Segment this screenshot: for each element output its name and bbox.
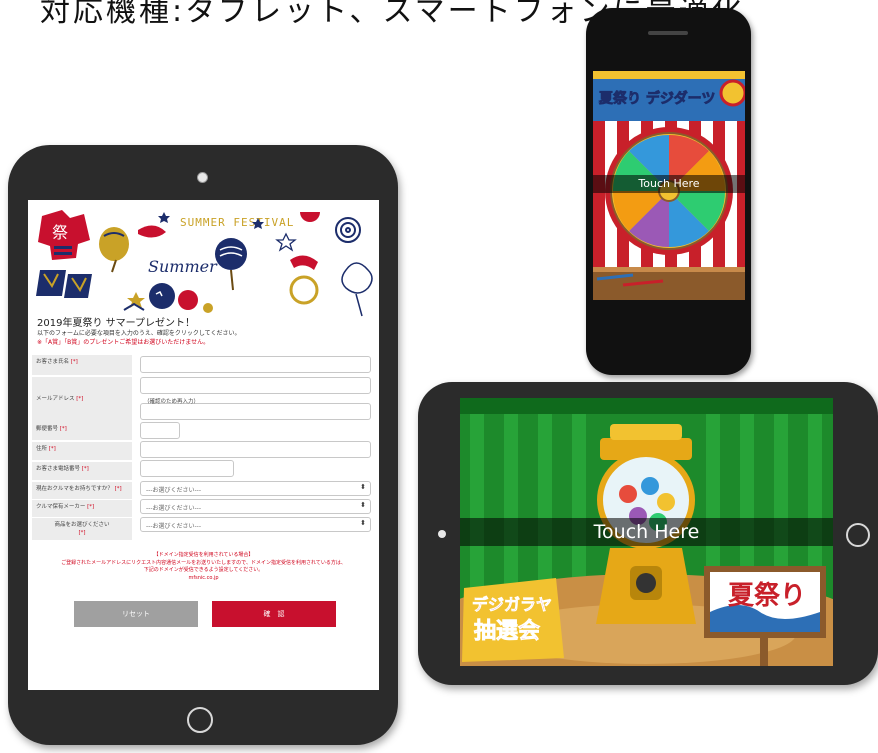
- select-arrow-icon: ⬍: [360, 519, 366, 527]
- banner-script-text: Summer: [148, 257, 218, 276]
- tablet-touch-here[interactable]: Touch Here: [460, 518, 833, 546]
- label-address: 住所 [*]: [32, 442, 132, 460]
- form-lead-text: 以下のフォームに必要な項目を入力のうえ、確認をクリックしてください。: [37, 330, 241, 337]
- prize-select[interactable]: ---お選びください--- ⬍: [140, 517, 371, 532]
- svg-text:抽選会: 抽選会: [474, 618, 540, 644]
- svg-text:夏祭り: 夏祭り: [728, 581, 806, 611]
- summer-festival-banner: 祭 SUMMER FESTIVAL Summer: [28, 200, 379, 318]
- label-phone: お客さま電話番号 [*]: [32, 462, 132, 480]
- label-postal: 郵便番号 [*]: [32, 422, 132, 440]
- email-input[interactable]: [140, 377, 371, 394]
- form-title: 2019年夏祭り サマープレゼント！: [37, 318, 196, 329]
- form-note-text: ※「A賞」「B賞」のプレゼントご希望はお選びいただけません。: [37, 339, 210, 346]
- phone-bottom-bezel: [593, 300, 745, 352]
- select-arrow-icon: ⬍: [360, 501, 366, 509]
- select-arrow-icon: ⬍: [360, 483, 366, 491]
- phone-touch-here[interactable]: Touch Here: [593, 175, 745, 193]
- car-maker-select[interactable]: ---お選びください--- ⬍: [140, 499, 371, 514]
- car-owner-select[interactable]: ---お選びください--- ⬍: [140, 481, 371, 496]
- email-confirm-input[interactable]: [140, 403, 371, 420]
- label-car-owner: 現在おクルマをお持ちですか？ [*]: [32, 482, 132, 499]
- phone-speaker: [648, 31, 688, 35]
- postal-code-input[interactable]: [140, 422, 180, 439]
- tablet-landscape-camera: [438, 530, 446, 538]
- gacha-game-screen[interactable]: デジガラヤ 抽選会 夏祭り Touch Here: [460, 398, 833, 666]
- tablet-landscape-home-button[interactable]: [846, 523, 870, 547]
- dart-game-screen[interactable]: 夏祭り デジダーツ Touch Here: [593, 71, 745, 300]
- tablet-home-button[interactable]: [187, 707, 213, 733]
- label-maker: クルマ保有メーカー [*]: [32, 500, 132, 517]
- email-confirm-hint: （確認のため再入力）: [144, 399, 200, 405]
- gacha-lottery-logo: デジガラヤ 抽選会: [462, 578, 564, 662]
- domain-notice: 【ドメイン指定受信を利用されている場合】 ご登録されたメールアドレスにリクエスト…: [61, 552, 346, 581]
- banner-festival-text: SUMMER FESTIVAL: [180, 216, 294, 229]
- name-input[interactable]: [140, 356, 371, 373]
- reset-button[interactable]: リセット: [74, 601, 198, 627]
- address-input[interactable]: [140, 441, 371, 458]
- form-screen: 祭 SUMMER FESTIVAL Summer 2019年夏祭り サマープレゼ…: [28, 200, 379, 690]
- confirm-button[interactable]: 確 認: [212, 601, 336, 627]
- label-name: お客さま氏名 [*]: [32, 355, 132, 375]
- phone-input[interactable]: [140, 460, 234, 477]
- label-prize: 商品をお選びください [*]: [32, 518, 132, 540]
- banner-badge-text: 祭: [52, 223, 68, 242]
- tablet-camera: [197, 172, 208, 183]
- phone-game-title: 夏祭り デジダーツ: [599, 90, 715, 107]
- svg-text:デジガラヤ: デジガラヤ: [472, 595, 552, 614]
